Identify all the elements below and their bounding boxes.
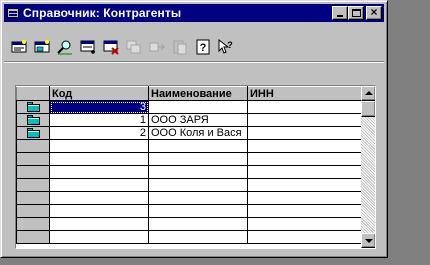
copy-icon[interactable]	[126, 39, 142, 55]
toolbar: ? ?	[11, 38, 241, 56]
cell-inn[interactable]	[247, 230, 362, 244]
vertical-scrollbar[interactable]	[361, 86, 375, 248]
paste-icon[interactable]	[172, 39, 188, 55]
svg-text:?: ?	[200, 42, 207, 54]
table-row[interactable]: 1 ООО ЗАРЯ	[16, 113, 362, 127]
cell-name[interactable]	[148, 191, 248, 205]
cell-code[interactable]	[49, 191, 149, 205]
cell-name[interactable]	[148, 165, 248, 179]
close-button[interactable]: ×	[366, 5, 382, 20]
cell-code[interactable]	[49, 217, 149, 231]
move-icon[interactable]	[149, 39, 165, 55]
data-grid[interactable]: Код Наименование ИНН 3 1 ООО ЗАРЯ 2 ООО Коля…	[15, 85, 376, 249]
cell-code[interactable]	[49, 152, 149, 166]
delete-icon[interactable]	[103, 39, 119, 55]
cell-code[interactable]: 3	[49, 100, 149, 114]
row-indicator[interactable]	[16, 230, 50, 244]
column-header-code[interactable]: Код	[49, 86, 149, 101]
row-indicator[interactable]	[16, 100, 50, 114]
new-group-icon[interactable]	[34, 39, 50, 55]
toolbar-divider	[4, 61, 384, 63]
cell-inn[interactable]	[247, 126, 362, 140]
title-bar[interactable]: Справочник: Контрагенты ×	[4, 4, 384, 22]
cell-inn[interactable]	[247, 204, 362, 218]
cell-code[interactable]	[49, 165, 149, 179]
cell-inn[interactable]	[247, 152, 362, 166]
folder-icon	[26, 102, 40, 112]
row-indicator[interactable]	[16, 178, 50, 192]
table-row[interactable]: 2 ООО Коля и Вася	[16, 126, 362, 140]
cell-name[interactable]	[148, 100, 248, 114]
maximize-icon	[352, 9, 361, 17]
cell-code[interactable]: 2	[49, 126, 149, 140]
scroll-down-button[interactable]	[361, 233, 375, 248]
row-indicator[interactable]	[16, 204, 50, 218]
add-line-icon[interactable]	[80, 39, 96, 55]
reference-window: Справочник: Контрагенты × ? ? Код Наимен…	[0, 0, 388, 258]
window-title: Справочник: Контрагенты	[23, 6, 182, 20]
row-indicator[interactable]	[16, 217, 50, 231]
row-indicator[interactable]	[16, 152, 50, 166]
cell-name[interactable]	[148, 204, 248, 218]
cell-name[interactable]	[148, 178, 248, 192]
cell-inn[interactable]	[247, 139, 362, 153]
svg-text:?: ?	[227, 40, 233, 50]
cell-name[interactable]	[148, 230, 248, 244]
new-item-icon[interactable]	[11, 39, 27, 55]
cell-inn[interactable]	[247, 191, 362, 205]
scroll-thumb[interactable]	[361, 101, 375, 117]
app-icon[interactable]	[6, 6, 20, 20]
cell-name[interactable]: ООО Коля и Вася	[148, 126, 248, 140]
column-header-name[interactable]: Наименование	[148, 86, 248, 101]
help-icon[interactable]: ?	[195, 39, 211, 55]
arrow-down-icon	[365, 239, 373, 243]
row-indicator[interactable]	[16, 139, 50, 153]
cell-code[interactable]	[49, 139, 149, 153]
row-indicator[interactable]	[16, 165, 50, 179]
row-indicator-header[interactable]	[16, 86, 50, 101]
cell-name[interactable]	[148, 152, 248, 166]
cell-name[interactable]	[148, 217, 248, 231]
folder-icon	[26, 128, 40, 138]
empty-row[interactable]	[16, 178, 362, 192]
records-table: Код Наименование ИНН 3 1 ООО ЗАРЯ 2 ООО Коля…	[16, 86, 362, 244]
title-buttons: ×	[332, 5, 382, 20]
row-indicator[interactable]	[16, 113, 50, 127]
close-icon: ×	[370, 5, 378, 19]
minimize-icon	[337, 15, 343, 17]
row-indicator[interactable]	[16, 126, 50, 140]
find-icon[interactable]	[57, 39, 73, 55]
column-header-inn[interactable]: ИНН	[247, 86, 362, 101]
folder-icon	[26, 115, 40, 125]
arrow-up-icon	[365, 91, 373, 95]
cell-code[interactable]	[49, 178, 149, 192]
cell-inn[interactable]	[247, 113, 362, 127]
whats-this-icon[interactable]: ?	[218, 39, 234, 55]
cell-inn[interactable]	[247, 217, 362, 231]
minimize-button[interactable]	[332, 6, 348, 20]
cell-name[interactable]	[148, 139, 248, 153]
empty-row[interactable]	[16, 165, 362, 179]
cell-inn[interactable]	[247, 100, 362, 114]
cell-inn[interactable]	[247, 178, 362, 192]
scroll-up-button[interactable]	[361, 86, 375, 101]
cell-code[interactable]: 1	[49, 113, 149, 127]
maximize-button[interactable]	[348, 6, 364, 20]
empty-row[interactable]	[16, 217, 362, 231]
empty-row[interactable]	[16, 139, 362, 153]
empty-row[interactable]	[16, 191, 362, 205]
cell-inn[interactable]	[247, 165, 362, 179]
cell-code[interactable]	[49, 230, 149, 244]
cell-name[interactable]: ООО ЗАРЯ	[148, 113, 248, 127]
row-indicator[interactable]	[16, 191, 50, 205]
empty-row[interactable]	[16, 230, 362, 244]
empty-row[interactable]	[16, 204, 362, 218]
cell-code[interactable]	[49, 204, 149, 218]
table-row[interactable]: 3	[16, 100, 362, 114]
empty-row[interactable]	[16, 152, 362, 166]
